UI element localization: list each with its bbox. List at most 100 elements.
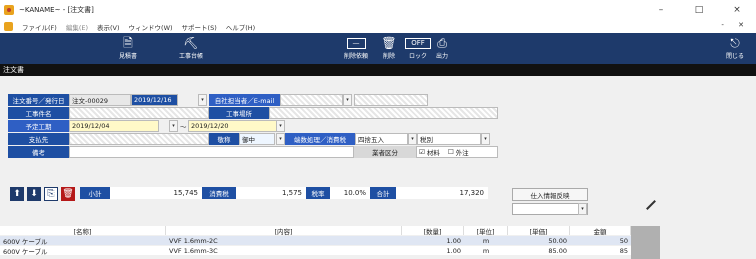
delete-row-button[interactable]: 🗑 (61, 187, 75, 201)
email-field[interactable] (354, 94, 428, 106)
staff-field[interactable] (280, 94, 343, 106)
mdi-controls[interactable]: - ✕ (721, 21, 750, 29)
payee-field[interactable] (69, 133, 209, 145)
tax-value: 1,575 (236, 187, 306, 199)
cell-price[interactable]: 85.00 (508, 246, 570, 255)
close-form-button[interactable]: ⎋ 閉じる (722, 33, 748, 64)
table-row[interactable]: 600V ケーブル VVF 1.6mm-2C 1.00 m 50.00 50 (0, 236, 660, 245)
header-qty[interactable]: [数量] (402, 226, 464, 236)
rounding-dropdown[interactable]: ▾ (408, 133, 417, 145)
purchase-reflect-select[interactable]: ▾ (512, 203, 588, 215)
table-row[interactable]: 600V ケーブル VVF 1.6mm-3C 1.00 m 85.00 85 (0, 246, 660, 255)
menu-window[interactable]: ウィンドウ(W) (129, 22, 173, 32)
header-content[interactable]: [内容] (166, 226, 402, 236)
cell-amount: 50 (619, 236, 628, 245)
cell-name[interactable]: 600V ケーブル (0, 236, 166, 246)
total-value: 17,320 (396, 187, 488, 199)
period-separator: ～ (180, 123, 187, 131)
maximize-button[interactable]: □ (680, 0, 718, 20)
issue-date-dropdown[interactable]: ▾ (198, 94, 207, 106)
issue-date-field[interactable]: 2019/12/16 (131, 94, 178, 106)
grid-side-panel (631, 226, 660, 259)
honorific-label: 敬称 (209, 133, 239, 145)
rate-label: 税率 (306, 187, 330, 199)
menu-edit[interactable]: 編集(E) (66, 22, 88, 32)
project-field[interactable] (69, 107, 209, 119)
rounding-field[interactable]: 四捨五入 (355, 133, 408, 145)
minus-box-icon: — (346, 37, 366, 49)
subtotal-label: 小計 (80, 187, 110, 199)
business-type-label: 業者区分 (354, 146, 416, 158)
close-door-icon: ⎋ (730, 36, 740, 50)
material-checkbox[interactable]: ☑ (419, 148, 425, 156)
header-name[interactable]: [名称] (0, 226, 166, 236)
estimate-button[interactable]: 🗎 見積書 (114, 33, 142, 64)
pen-icon[interactable] (646, 200, 656, 210)
honorific-field[interactable]: 御中 (239, 133, 275, 145)
move-up-button[interactable]: ⬆ (10, 187, 24, 201)
tax-label: 消費税 (202, 187, 236, 199)
header-amount[interactable]: 金額 (570, 226, 631, 236)
total-label: 合計 (370, 187, 396, 199)
delete-request-button[interactable]: — 削除依頼 (340, 33, 372, 64)
project-label: 工事件名 (8, 107, 69, 119)
site-label: 工事場所 (209, 107, 269, 119)
ledger-button[interactable]: ⛏ 工事台帳 (176, 33, 206, 64)
worker-icon: ⛏ (183, 36, 199, 50)
cell-unit[interactable]: m (464, 236, 508, 245)
order-no-label: 注文番号／発行日 (8, 94, 69, 106)
copy-row-button[interactable]: ⎘ (44, 187, 58, 201)
subtotal-value: 15,745 (110, 187, 202, 199)
staff-label: 自社担当者／E-mail (209, 94, 280, 106)
cell-unit[interactable]: m (464, 246, 508, 255)
material-label: 材料 (426, 149, 440, 157)
menu-support[interactable]: サポート(S) (182, 22, 217, 32)
document-icon: 🗎 (123, 36, 133, 50)
app-icon (4, 5, 14, 15)
menu-help[interactable]: ヘルプ(H) (226, 22, 255, 32)
period-start-dropdown[interactable]: ▾ (169, 120, 178, 132)
purchase-reflect-dropdown[interactable]: ▾ (578, 203, 587, 215)
cell-content[interactable]: VVF 1.6mm-3C (166, 246, 402, 255)
tax-mode-field[interactable]: 税別 (417, 133, 481, 145)
order-no-field[interactable]: 注文-00029 (69, 94, 131, 106)
menu-view[interactable]: 表示(V) (97, 22, 120, 32)
honorific-dropdown[interactable]: ▾ (276, 133, 285, 145)
purchase-reflect-button[interactable]: 仕入情報反映 (512, 188, 588, 201)
outsource-checkbox[interactable]: ☐ (448, 148, 454, 156)
period-end-field[interactable]: 2019/12/20 (188, 120, 277, 132)
printer-icon: ⎙ (437, 36, 447, 50)
outsource-label: 外注 (455, 149, 469, 157)
toolbar: 🗎 見積書 ⛏ 工事台帳 — 削除依頼 🗑 削除 OFF ロック ⎙ 出力 ⎋ … (0, 33, 756, 64)
period-start-field[interactable]: 2019/12/04 (69, 120, 159, 132)
tax-mode-dropdown[interactable]: ▾ (481, 133, 490, 145)
cell-price[interactable]: 50.00 (508, 236, 570, 245)
header-price[interactable]: [単価] (508, 226, 570, 236)
delete-button[interactable]: 🗑 削除 (380, 33, 398, 64)
close-window-button[interactable]: × (718, 0, 756, 20)
window-controls: – □ × (642, 0, 756, 20)
note-field[interactable] (69, 146, 354, 158)
payee-label: 支払先 (8, 133, 69, 145)
minimize-button[interactable]: – (642, 0, 680, 20)
cell-content[interactable]: VVF 1.6mm-2C (166, 236, 402, 245)
rounding-label: 端数処理／消費税 (285, 133, 355, 145)
header-unit[interactable]: [単位] (464, 226, 508, 236)
site-field[interactable] (269, 107, 498, 119)
menu-bar: ファイル(F) 編集(E) 表示(V) ウィンドウ(W) サポート(S) ヘルプ… (0, 20, 756, 33)
period-label: 予定工期 (8, 120, 69, 132)
output-button[interactable]: ⎙ 出力 (418, 33, 466, 64)
menu-file[interactable]: ファイル(F) (22, 22, 57, 32)
cell-amount: 85 (619, 246, 628, 255)
period-end-dropdown[interactable]: ▾ (276, 120, 285, 132)
cell-name[interactable]: 600V ケーブル (0, 246, 166, 256)
cell-qty[interactable]: 1.00 (402, 236, 464, 245)
window-title: ~KANAME~ - [注文書] (19, 6, 94, 14)
title-bar: ~KANAME~ - [注文書] – □ × (0, 0, 756, 20)
note-label: 備考 (8, 146, 69, 158)
mdi-document-icon[interactable] (4, 22, 13, 31)
cell-qty[interactable]: 1.00 (402, 246, 464, 255)
move-down-button[interactable]: ⬇ (27, 187, 41, 201)
staff-dropdown[interactable]: ▾ (343, 94, 352, 106)
trash-icon: 🗑 (381, 36, 397, 50)
